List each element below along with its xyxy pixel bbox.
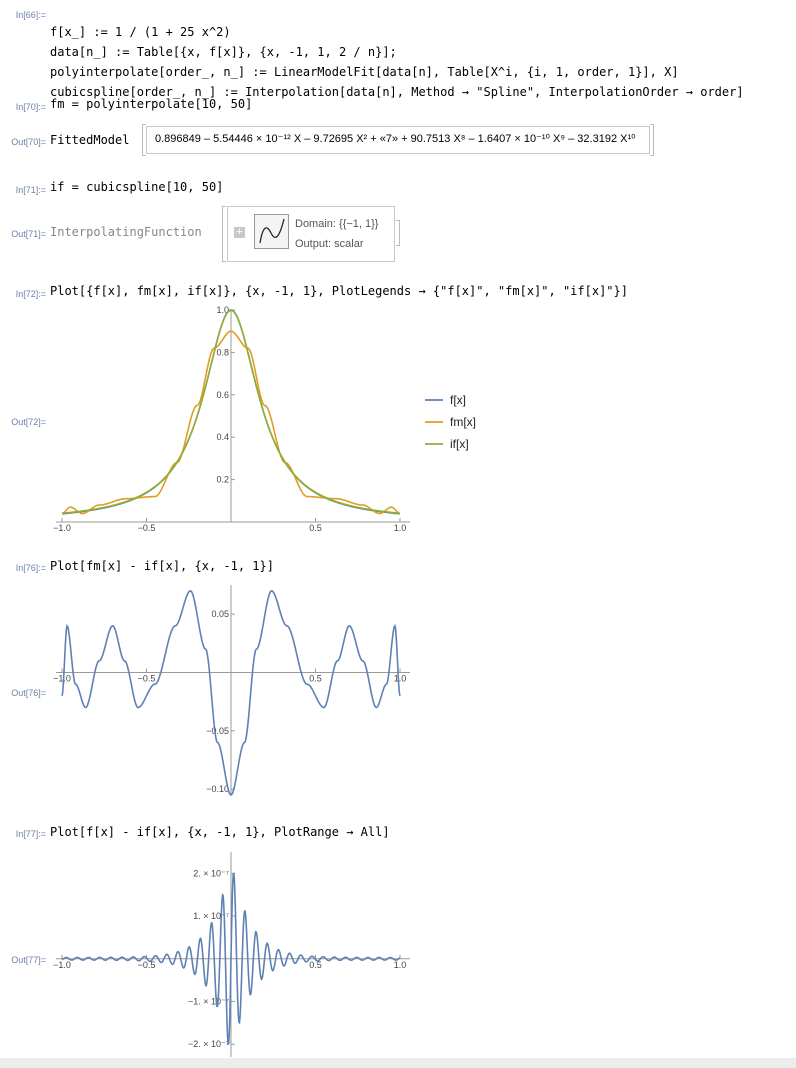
x-tick-label: 0.5 [309, 674, 322, 684]
y-tick-label: −2. × 10⁻⁷ [188, 1039, 229, 1049]
plots-layer: −1.0 −0.5 0.5 1.0 0.2 0.4 0.6 0.8 1.0 f[x] fm[x] if… [53, 305, 476, 1057]
legend-label: f[x] [450, 393, 466, 407]
y-tick-label: 0.2 [216, 475, 229, 485]
y-tick-label: 0.6 [216, 390, 229, 400]
status-bar [0, 1058, 796, 1068]
x-tick-label: 1.0 [394, 960, 407, 970]
x-tick-label: 0.5 [309, 523, 322, 533]
x-tick-label: 1.0 [394, 674, 407, 684]
y-tick-label: 2. × 10⁻⁷ [193, 868, 229, 878]
y-tick-label: 0.8 [216, 347, 229, 357]
y-tick-label: 0.05 [211, 609, 229, 619]
y-tick-label: −0.10 [206, 784, 229, 794]
x-tick-label: 1.0 [394, 523, 407, 533]
x-tick-label: −0.5 [138, 674, 156, 684]
plot-2: −1.0 −0.5 0.5 1.0 0.05 −0.05 −0.10 [53, 585, 410, 796]
legend-label: if[x] [450, 437, 469, 451]
plot-3: −1.0 −0.5 0.5 1.02. × 10⁻⁷1. × 10⁻⁷−1. × 10… [53, 852, 410, 1057]
x-tick-label: −0.5 [138, 960, 156, 970]
x-tick-label: −0.5 [138, 523, 156, 533]
x-tick-label: −1.0 [53, 960, 71, 970]
legend-label: fm[x] [450, 415, 476, 429]
x-tick-label: −1.0 [53, 674, 71, 684]
y-tick-label: −1. × 10⁻⁷ [188, 996, 229, 1006]
x-tick-label: 0.5 [309, 960, 322, 970]
y-tick-label: 0.4 [216, 432, 229, 442]
x-tick-label: −1.0 [53, 523, 71, 533]
plot-1: −1.0 −0.5 0.5 1.00.20.40.60.81.0 [53, 305, 410, 533]
y-tick-label: −0.05 [206, 726, 229, 736]
